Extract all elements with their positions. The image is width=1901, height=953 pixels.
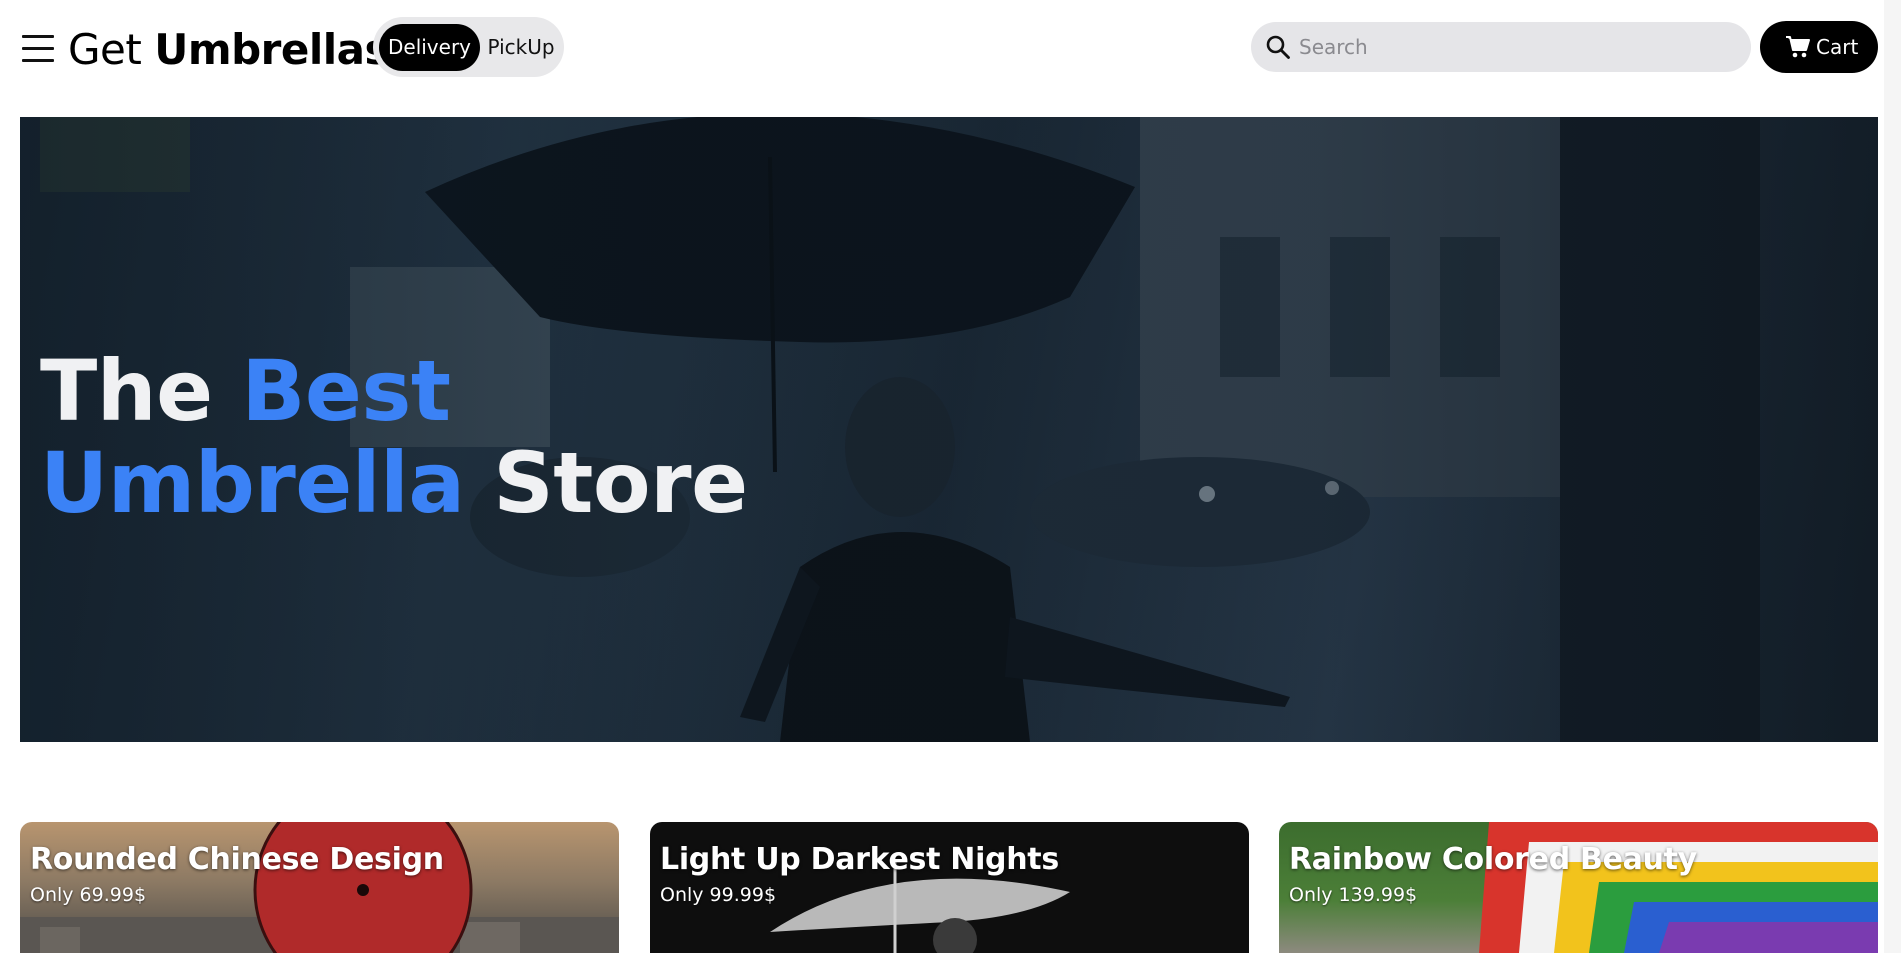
site-header: Get Umbrellas Delivery PickUp Cart xyxy=(0,0,1901,98)
hero-word-store: Store xyxy=(493,434,748,532)
hero-line-2: Umbrella Store xyxy=(40,437,748,529)
product-title: Light Up Darkest Nights xyxy=(660,842,1059,877)
product-card-rounded-chinese[interactable]: Rounded Chinese Design Only 69.99$ xyxy=(20,822,619,953)
delivery-option[interactable]: Delivery xyxy=(379,24,480,71)
site-logo[interactable]: Get Umbrellas xyxy=(68,24,389,76)
hero-headline: The Best Umbrella Store xyxy=(40,345,748,529)
hero-word-the: The xyxy=(40,342,213,440)
product-title: Rainbow Colored Beauty xyxy=(1289,842,1697,877)
search-bar xyxy=(1251,22,1751,72)
cart-label: Cart xyxy=(1816,35,1859,59)
product-card-rainbow[interactable]: Rainbow Colored Beauty Only 139.99$ xyxy=(1279,822,1878,953)
hero-word-umbrella: Umbrella xyxy=(40,434,465,532)
product-price: Only 99.99$ xyxy=(660,884,777,906)
hamburger-menu-icon[interactable] xyxy=(22,35,54,63)
logo-bold-text: Umbrellas xyxy=(154,25,389,74)
hero-banner: The Best Umbrella Store xyxy=(20,117,1878,742)
pickup-option[interactable]: PickUp xyxy=(483,24,559,71)
product-title: Rounded Chinese Design xyxy=(30,842,444,877)
cart-button[interactable]: Cart xyxy=(1760,21,1878,73)
hero-line-1: The Best xyxy=(40,345,748,437)
search-icon[interactable] xyxy=(1265,34,1291,60)
page-scrollbar[interactable] xyxy=(1884,0,1901,953)
search-input[interactable] xyxy=(1299,22,1739,72)
product-price: Only 139.99$ xyxy=(1289,884,1418,906)
product-card-light-up[interactable]: Light Up Darkest Nights Only 99.99$ xyxy=(650,822,1249,953)
logo-light-text: Get xyxy=(68,25,142,74)
delivery-pickup-toggle: Delivery PickUp xyxy=(373,17,564,77)
hero-word-best: Best xyxy=(241,342,451,440)
product-price: Only 69.99$ xyxy=(30,884,147,906)
product-grid: Rounded Chinese Design Only 69.99$ Light… xyxy=(20,822,1878,953)
shopping-cart-icon xyxy=(1786,36,1810,58)
